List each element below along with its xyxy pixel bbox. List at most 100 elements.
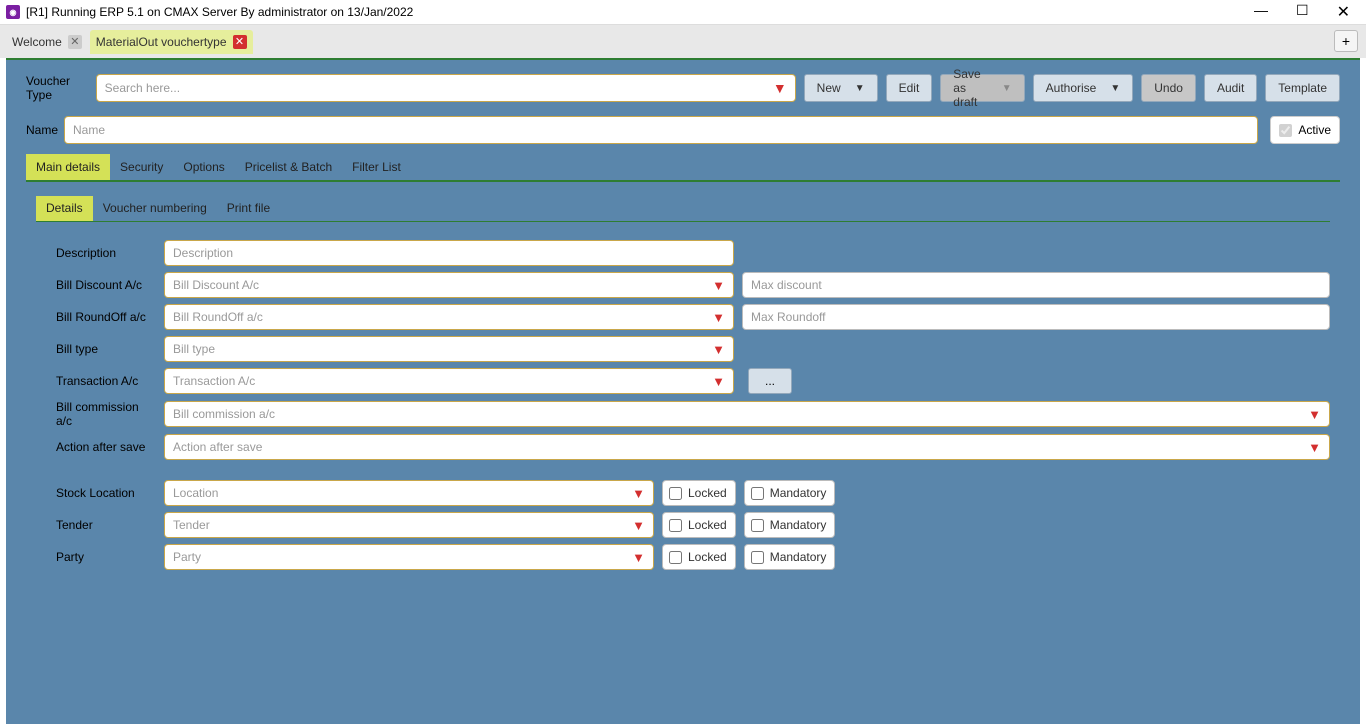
caret-down-icon: ▼: [1002, 83, 1012, 94]
caret-down-icon: ▼: [1308, 440, 1321, 455]
active-checkbox[interactable]: [1279, 124, 1292, 137]
authorise-button[interactable]: Authorise ▼: [1033, 74, 1134, 102]
row-party: Party Party ▼ Locked Mandatory: [36, 544, 1330, 570]
placeholder: Description: [173, 246, 233, 260]
tab-pricelist-batch[interactable]: Pricelist & Batch: [235, 154, 342, 180]
doc-tab-materialout[interactable]: MaterialOut vouchertype ✕: [90, 30, 253, 54]
row-bill-type: Bill type Bill type▼: [36, 336, 1330, 362]
document-tab-strip: Welcome ✕ MaterialOut vouchertype ✕ +: [0, 24, 1366, 58]
toolbar: Voucher Type Search here... ▼ New ▼ Edit…: [26, 74, 1340, 102]
save-as-draft-button[interactable]: Save as draft ▼: [940, 74, 1024, 102]
name-placeholder: Name: [73, 123, 105, 137]
button-label: Authorise: [1046, 81, 1097, 95]
transaction-ac-more-button[interactable]: ...: [748, 368, 792, 394]
placeholder: Bill Discount A/c: [173, 278, 259, 292]
caret-down-icon: ▼: [1308, 407, 1321, 422]
row-bill-commission: Bill commission a/c Bill commission a/c▼: [36, 400, 1330, 428]
bill-discount-combo[interactable]: Bill Discount A/c▼: [164, 272, 734, 298]
add-tab-button[interactable]: +: [1334, 30, 1358, 52]
edit-button[interactable]: Edit: [886, 74, 933, 102]
placeholder: Max Roundoff: [751, 310, 826, 324]
checkbox-label: Mandatory: [770, 486, 827, 500]
tab-label: Voucher numbering: [103, 201, 207, 215]
description-input[interactable]: Description: [164, 240, 734, 266]
main-tabs: Main details Security Options Pricelist …: [26, 154, 1340, 182]
row-bill-roundoff: Bill RoundOff a/c Bill RoundOff a/c▼ Max…: [36, 304, 1330, 330]
checkbox[interactable]: [669, 551, 682, 564]
caret-down-icon: ▼: [712, 342, 725, 357]
checkbox[interactable]: [751, 519, 764, 532]
close-button[interactable]: ✕: [1337, 2, 1350, 22]
tab-filter-list[interactable]: Filter List: [342, 154, 411, 180]
button-label: Undo: [1154, 81, 1183, 95]
minimize-button[interactable]: —: [1254, 2, 1268, 22]
window-controls: — ☐ ✕: [1254, 2, 1360, 22]
bill-roundoff-combo[interactable]: Bill RoundOff a/c▼: [164, 304, 734, 330]
stock-location-combo[interactable]: Location ▼: [164, 480, 654, 506]
row-transaction-ac: Transaction A/c Transaction A/c ▼ ...: [36, 368, 1330, 394]
tender-combo[interactable]: Tender▼: [164, 512, 654, 538]
party-mandatory[interactable]: Mandatory: [744, 544, 836, 570]
tab-main-details[interactable]: Main details: [26, 154, 110, 180]
row-tender: Tender Tender▼ Locked Mandatory: [36, 512, 1330, 538]
voucher-type-search[interactable]: Search here... ▼: [96, 74, 796, 102]
maximize-button[interactable]: ☐: [1296, 2, 1309, 22]
checkbox[interactable]: [669, 519, 682, 532]
close-icon[interactable]: ✕: [233, 35, 247, 49]
name-input[interactable]: Name: [64, 116, 1258, 144]
placeholder: Party: [173, 550, 201, 564]
caret-down-icon: ▼: [632, 550, 645, 565]
stock-location-mandatory[interactable]: Mandatory: [744, 480, 836, 506]
template-button[interactable]: Template: [1265, 74, 1340, 102]
doc-tab-label: MaterialOut vouchertype: [96, 35, 227, 49]
button-label: Save as draft: [953, 67, 987, 109]
tender-label: Tender: [36, 518, 156, 532]
sub-panel: Details Voucher numbering Print file Des…: [26, 182, 1340, 570]
bill-commission-combo[interactable]: Bill commission a/c▼: [164, 401, 1330, 427]
tab-security[interactable]: Security: [110, 154, 173, 180]
tab-options[interactable]: Options: [173, 154, 234, 180]
name-label: Name: [26, 123, 60, 137]
tender-locked[interactable]: Locked: [662, 512, 736, 538]
plus-icon: +: [1342, 33, 1350, 49]
name-row: Name Name Active: [26, 116, 1340, 144]
checkbox[interactable]: [751, 487, 764, 500]
action-after-save-combo[interactable]: Action after save▼: [164, 434, 1330, 460]
doc-tab-welcome[interactable]: Welcome ✕: [6, 30, 88, 54]
caret-down-icon: ▼: [632, 486, 645, 501]
ellipsis-icon: ...: [765, 374, 775, 388]
bill-discount-label: Bill Discount A/c: [36, 278, 156, 292]
caret-down-icon: ▼: [1110, 83, 1120, 94]
audit-button[interactable]: Audit: [1204, 74, 1257, 102]
tender-mandatory[interactable]: Mandatory: [744, 512, 836, 538]
close-icon[interactable]: ✕: [68, 35, 82, 49]
tab-details[interactable]: Details: [36, 196, 93, 221]
checkbox-label: Locked: [688, 550, 727, 564]
max-discount-input[interactable]: Max discount: [742, 272, 1330, 298]
party-locked[interactable]: Locked: [662, 544, 736, 570]
active-label: Active: [1298, 123, 1331, 137]
row-action-after-save: Action after save Action after save▼: [36, 434, 1330, 460]
transaction-ac-combo[interactable]: Transaction A/c ▼: [164, 368, 734, 394]
checkbox[interactable]: [751, 551, 764, 564]
new-button[interactable]: New ▼: [804, 74, 878, 102]
active-checkbox-wrap[interactable]: Active: [1270, 116, 1340, 144]
stock-location-label: Stock Location: [36, 486, 156, 500]
caret-down-icon: ▼: [712, 374, 725, 389]
max-roundoff-input[interactable]: Max Roundoff: [742, 304, 1330, 330]
bill-type-combo[interactable]: Bill type▼: [164, 336, 734, 362]
party-combo[interactable]: Party ▼: [164, 544, 654, 570]
stock-location-locked[interactable]: Locked: [662, 480, 736, 506]
checkbox[interactable]: [669, 487, 682, 500]
placeholder: Location: [173, 486, 218, 500]
button-label: Edit: [899, 81, 920, 95]
placeholder: Transaction A/c: [173, 374, 255, 388]
tab-label: Main details: [36, 160, 100, 174]
tab-print-file[interactable]: Print file: [217, 196, 280, 221]
bill-roundoff-label: Bill RoundOff a/c: [36, 310, 156, 324]
tab-voucher-numbering[interactable]: Voucher numbering: [93, 196, 217, 221]
undo-button[interactable]: Undo: [1141, 74, 1196, 102]
checkbox-label: Mandatory: [770, 518, 827, 532]
row-bill-discount: Bill Discount A/c Bill Discount A/c▼ Max…: [36, 272, 1330, 298]
placeholder: Bill RoundOff a/c: [173, 310, 263, 324]
